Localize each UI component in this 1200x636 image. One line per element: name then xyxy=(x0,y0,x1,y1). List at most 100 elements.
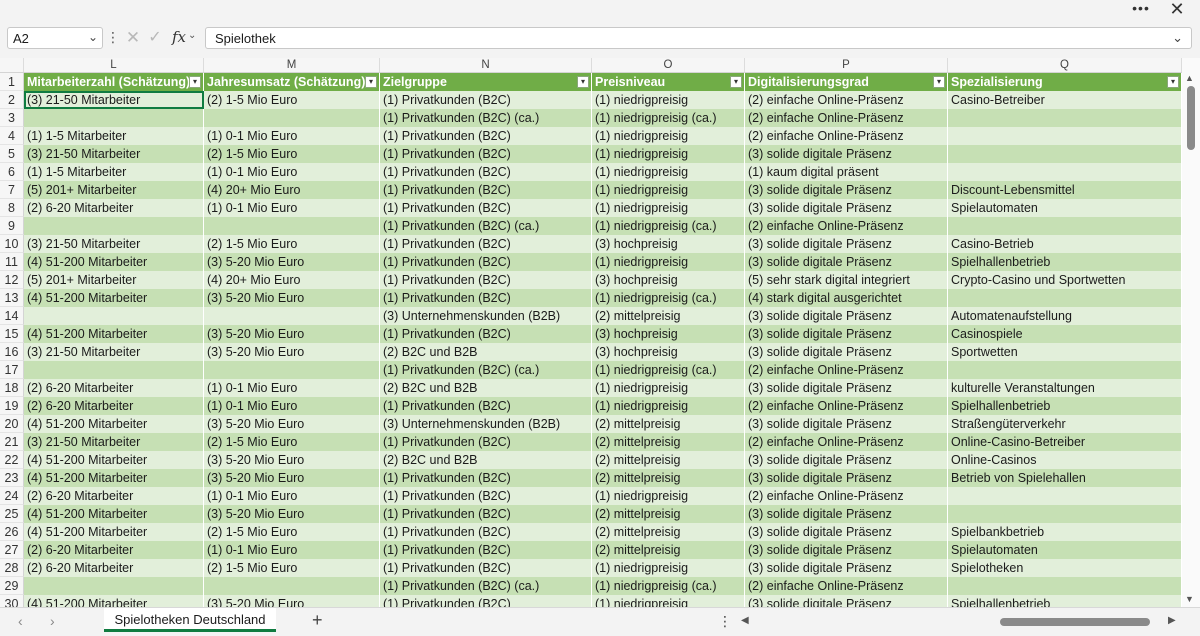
table-cell[interactable]: (1) niedrigpreisig xyxy=(592,163,745,181)
row-number[interactable]: 3 xyxy=(0,109,24,127)
column-header-l[interactable]: L xyxy=(24,58,204,72)
table-cell[interactable]: (3) 5-20 Mio Euro xyxy=(204,595,380,607)
table-cell[interactable]: (1) Privatkunden (B2C) xyxy=(380,271,592,289)
filter-dropdown-icon[interactable]: ▾ xyxy=(189,76,201,88)
table-cell[interactable]: (1) Privatkunden (B2C) xyxy=(380,505,592,523)
table-cell[interactable] xyxy=(204,217,380,235)
header-cell[interactable]: Digitalisierungsgrad ▾ xyxy=(745,73,948,91)
table-cell[interactable] xyxy=(948,217,1182,235)
table-cell[interactable]: Spielautomaten xyxy=(948,199,1182,217)
row-number[interactable]: 16 xyxy=(0,343,24,361)
row-number[interactable]: 2 xyxy=(0,91,24,109)
table-cell[interactable]: (1) Privatkunden (B2C) xyxy=(380,433,592,451)
row-number[interactable]: 21 xyxy=(0,433,24,451)
row-number[interactable]: 13 xyxy=(0,289,24,307)
table-cell[interactable]: (3) 21-50 Mitarbeiter xyxy=(24,433,204,451)
table-cell[interactable] xyxy=(948,127,1182,145)
table-cell[interactable]: (4) 20+ Mio Euro xyxy=(204,271,380,289)
table-cell[interactable]: (1) niedrigpreisig xyxy=(592,253,745,271)
table-cell[interactable]: (3) hochpreisig xyxy=(592,343,745,361)
table-cell[interactable] xyxy=(948,163,1182,181)
table-cell[interactable]: (1) Privatkunden (B2C) (ca.) xyxy=(380,109,592,127)
row-number[interactable]: 28 xyxy=(0,559,24,577)
scroll-left-icon[interactable]: ◀ xyxy=(741,615,749,626)
table-cell[interactable]: (1) 0-1 Mio Euro xyxy=(204,541,380,559)
table-cell[interactable]: (1) niedrigpreisig xyxy=(592,397,745,415)
table-cell[interactable]: (3) solide digitale Präsenz xyxy=(745,145,948,163)
row-number[interactable]: 24 xyxy=(0,487,24,505)
table-cell[interactable] xyxy=(24,361,204,379)
table-cell[interactable] xyxy=(948,145,1182,163)
table-cell[interactable]: (2) einfache Online-Präsenz xyxy=(745,361,948,379)
table-cell[interactable]: (2) mittelpreisig xyxy=(592,433,745,451)
table-cell[interactable]: (2) 6-20 Mitarbeiter xyxy=(24,559,204,577)
row-number[interactable]: 27 xyxy=(0,541,24,559)
table-cell[interactable]: Spielhallenbetrieb xyxy=(948,397,1182,415)
table-cell[interactable]: (1) Privatkunden (B2C) xyxy=(380,523,592,541)
filter-dropdown-icon[interactable]: ▾ xyxy=(730,76,742,88)
header-cell[interactable]: Mitarbeiterzahl (Schätzung) ▾ xyxy=(24,73,204,91)
table-cell[interactable]: (4) 51-200 Mitarbeiter xyxy=(24,325,204,343)
header-cell[interactable]: Spezialisierung ▾ xyxy=(948,73,1182,91)
table-cell[interactable]: Spielbankbetrieb xyxy=(948,523,1182,541)
table-cell[interactable]: (3) solide digitale Präsenz xyxy=(745,523,948,541)
table-cell[interactable]: (1) Privatkunden (B2C) xyxy=(380,163,592,181)
table-cell[interactable]: (4) 51-200 Mitarbeiter xyxy=(24,595,204,607)
table-cell[interactable]: (2) 1-5 Mio Euro xyxy=(204,559,380,577)
table-cell[interactable]: Betrieb von Spielehallen xyxy=(948,469,1182,487)
filter-dropdown-icon[interactable]: ▾ xyxy=(577,76,589,88)
table-cell[interactable]: (5) 201+ Mitarbeiter xyxy=(24,181,204,199)
vertical-scroll-thumb[interactable] xyxy=(1187,86,1195,150)
table-cell[interactable] xyxy=(948,289,1182,307)
row-number[interactable]: 5 xyxy=(0,145,24,163)
table-cell[interactable]: (3) solide digitale Präsenz xyxy=(745,253,948,271)
table-cell[interactable]: Casinospiele xyxy=(948,325,1182,343)
row-number[interactable]: 10 xyxy=(0,235,24,253)
table-cell[interactable]: (2) 6-20 Mitarbeiter xyxy=(24,379,204,397)
table-cell[interactable]: (1) 0-1 Mio Euro xyxy=(204,487,380,505)
table-cell[interactable] xyxy=(948,505,1182,523)
table-cell[interactable]: (1) Privatkunden (B2C) xyxy=(380,289,592,307)
table-cell[interactable]: (3) 5-20 Mio Euro xyxy=(204,469,380,487)
table-cell[interactable]: kulturelle Veranstaltungen xyxy=(948,379,1182,397)
table-cell[interactable] xyxy=(948,361,1182,379)
table-cell[interactable]: (1) Privatkunden (B2C) xyxy=(380,91,592,109)
close-button[interactable]: ✕ xyxy=(1164,0,1190,18)
table-cell[interactable]: (2) mittelpreisig xyxy=(592,541,745,559)
table-cell[interactable]: (3) 5-20 Mio Euro xyxy=(204,451,380,469)
table-cell[interactable]: (1) 0-1 Mio Euro xyxy=(204,397,380,415)
expand-formula-bar-icon[interactable]: ⌄ xyxy=(1172,30,1183,46)
table-cell[interactable]: (2) mittelpreisig xyxy=(592,523,745,541)
table-cell[interactable]: (2) B2C und B2B xyxy=(380,451,592,469)
check-icon[interactable]: ✓ xyxy=(146,28,164,48)
table-cell[interactable]: (1) Privatkunden (B2C) xyxy=(380,325,592,343)
table-cell[interactable]: (5) sehr stark digital integriert xyxy=(745,271,948,289)
table-cell[interactable]: Spielotheken xyxy=(948,559,1182,577)
table-cell[interactable]: (1) Privatkunden (B2C) xyxy=(380,469,592,487)
table-cell[interactable] xyxy=(204,307,380,325)
table-cell[interactable]: Straßengüterverkehr xyxy=(948,415,1182,433)
table-cell[interactable]: (3) 21-50 Mitarbeiter xyxy=(24,235,204,253)
row-number[interactable]: 15 xyxy=(0,325,24,343)
table-cell[interactable]: (3) solide digitale Präsenz xyxy=(745,181,948,199)
table-cell[interactable]: Casino-Betrieb xyxy=(948,235,1182,253)
table-cell[interactable]: (4) 51-200 Mitarbeiter xyxy=(24,523,204,541)
table-cell[interactable]: (3) 5-20 Mio Euro xyxy=(204,343,380,361)
table-cell[interactable]: (4) stark digital ausgerichtet xyxy=(745,289,948,307)
table-cell[interactable]: (1) 0-1 Mio Euro xyxy=(204,199,380,217)
column-header-q[interactable]: Q xyxy=(948,58,1182,72)
table-cell[interactable]: (3) 5-20 Mio Euro xyxy=(204,325,380,343)
table-cell[interactable]: (1) niedrigpreisig (ca.) xyxy=(592,289,745,307)
table-cell[interactable]: (3) solide digitale Präsenz xyxy=(745,379,948,397)
table-cell[interactable]: (3) solide digitale Präsenz xyxy=(745,307,948,325)
row-number[interactable]: 23 xyxy=(0,469,24,487)
more-options-button[interactable]: ••• xyxy=(1128,0,1154,18)
chevron-down-icon[interactable]: ⌄ xyxy=(188,30,196,41)
table-cell[interactable]: (1) kaum digital präsent xyxy=(745,163,948,181)
horizontal-scroll-thumb[interactable] xyxy=(1000,618,1150,626)
table-cell[interactable]: Online-Casino-Betreiber xyxy=(948,433,1182,451)
table-cell[interactable] xyxy=(24,217,204,235)
table-cell[interactable]: (1) Privatkunden (B2C) xyxy=(380,127,592,145)
table-cell[interactable]: (2) einfache Online-Präsenz xyxy=(745,109,948,127)
table-cell[interactable]: (4) 20+ Mio Euro xyxy=(204,181,380,199)
